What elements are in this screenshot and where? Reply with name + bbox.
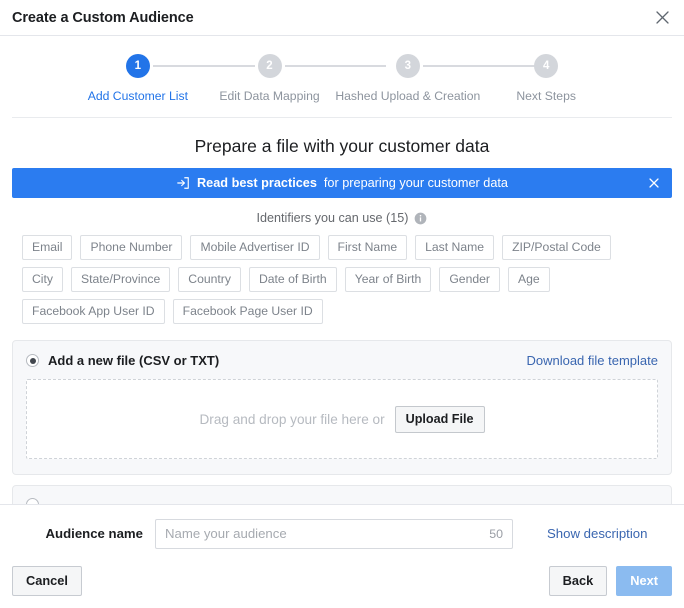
step-3-hashed-upload-creation[interactable]: 3 Hashed Upload & Creation (335, 54, 538, 103)
identifier-tag: Year of Birth (344, 267, 432, 293)
audience-name-field[interactable]: 50 (155, 518, 513, 549)
identifier-tag: Last Name (415, 235, 495, 261)
step-4-circle: 4 (534, 54, 559, 78)
banner-strong-text: Read best practices (197, 176, 317, 190)
step-4-next-steps[interactable]: 4 Next Steps (480, 54, 612, 103)
dialog-footer: Audience name 50 Show description Cancel… (0, 503, 684, 608)
close-icon[interactable] (650, 6, 674, 30)
next-button[interactable]: Next (616, 565, 672, 596)
cancel-button[interactable]: Cancel (12, 565, 82, 596)
step-1-label: Add Customer List (87, 89, 188, 103)
banner-rest-text: for preparing your customer data (323, 176, 508, 190)
identifier-tag: Email (22, 235, 73, 261)
back-button[interactable]: Back (548, 565, 608, 596)
identifier-tag: Mobile Advertiser ID (190, 235, 320, 261)
identifier-tag: Facebook Page User ID (172, 299, 323, 325)
step-2-edit-data-mapping[interactable]: 2 Edit Data Mapping (204, 54, 386, 103)
audience-name-label: Audience name (45, 526, 143, 542)
identifier-tag: City (22, 267, 63, 293)
file-dropzone[interactable]: Drag and drop your file here or Upload F… (26, 379, 658, 460)
download-file-template-link[interactable]: Download file template (526, 353, 658, 368)
upload-file-button[interactable]: Upload File (394, 405, 485, 433)
banner-close-icon[interactable] (646, 175, 662, 191)
step-2-circle: 2 (257, 54, 282, 78)
add-new-file-radio-option[interactable]: Add a new file (CSV or TXT) (26, 353, 219, 368)
external-link-icon (176, 176, 190, 190)
prepare-file-heading: Prepare a file with your customer data (194, 136, 490, 156)
create-custom-audience-dialog: Create a Custom Audience 1 Add Customer … (0, 0, 684, 608)
show-description-link[interactable]: Show description (547, 526, 647, 541)
identifier-tag-row: Email Phone Number Mobile Advertiser ID … (22, 235, 662, 261)
step-1-circle: 1 (125, 54, 150, 78)
dropzone-label: Drag and drop your file here or (199, 411, 385, 427)
identifier-tag: ZIP/Postal Code (502, 235, 611, 261)
identifier-tag-row: Facebook App User ID Facebook Page User … (22, 299, 662, 325)
best-practices-banner[interactable]: Read best practices for preparing your c… (12, 168, 672, 198)
step-3-circle: 3 (395, 54, 420, 78)
identifier-tag: Facebook App User ID (22, 299, 165, 325)
audience-name-input[interactable] (156, 519, 512, 548)
identifiers-header: Identifiers you can use (15) (12, 211, 672, 225)
stepper: 1 Add Customer List 2 Edit Data Mapping … (12, 36, 672, 118)
step-2-label: Edit Data Mapping (219, 89, 320, 103)
radio-selected-icon[interactable] (26, 354, 39, 368)
identifier-tag: Gender (439, 267, 500, 293)
step-4-label: Next Steps (516, 89, 576, 103)
page-title: Create a Custom Audience (12, 9, 194, 26)
identifier-tag: State/Province (71, 267, 171, 293)
step-3-label: Hashed Upload & Creation (335, 89, 481, 103)
dialog-header: Create a Custom Audience (0, 0, 684, 36)
identifiers-count-label: Identifiers you can use (15) (256, 211, 409, 225)
add-new-file-panel: Add a new file (CSV or TXT) Download fil… (12, 340, 672, 476)
dialog-body: Prepare a file with your customer data R… (0, 136, 684, 532)
identifier-tag-row: City State/Province Country Date of Birt… (22, 267, 662, 293)
identifier-tag: First Name (327, 235, 408, 261)
identifier-tag-list: Email Phone Number Mobile Advertiser ID … (12, 235, 672, 325)
step-1-add-customer-list[interactable]: 1 Add Customer List (72, 54, 255, 103)
identifier-tag: Country (178, 267, 241, 293)
identifier-tag: Date of Birth (248, 267, 337, 293)
identifier-tag: Age (507, 267, 550, 293)
info-icon[interactable] (414, 212, 427, 225)
identifier-tag: Phone Number (80, 235, 183, 261)
add-new-file-label: Add a new file (CSV or TXT) (48, 353, 220, 369)
